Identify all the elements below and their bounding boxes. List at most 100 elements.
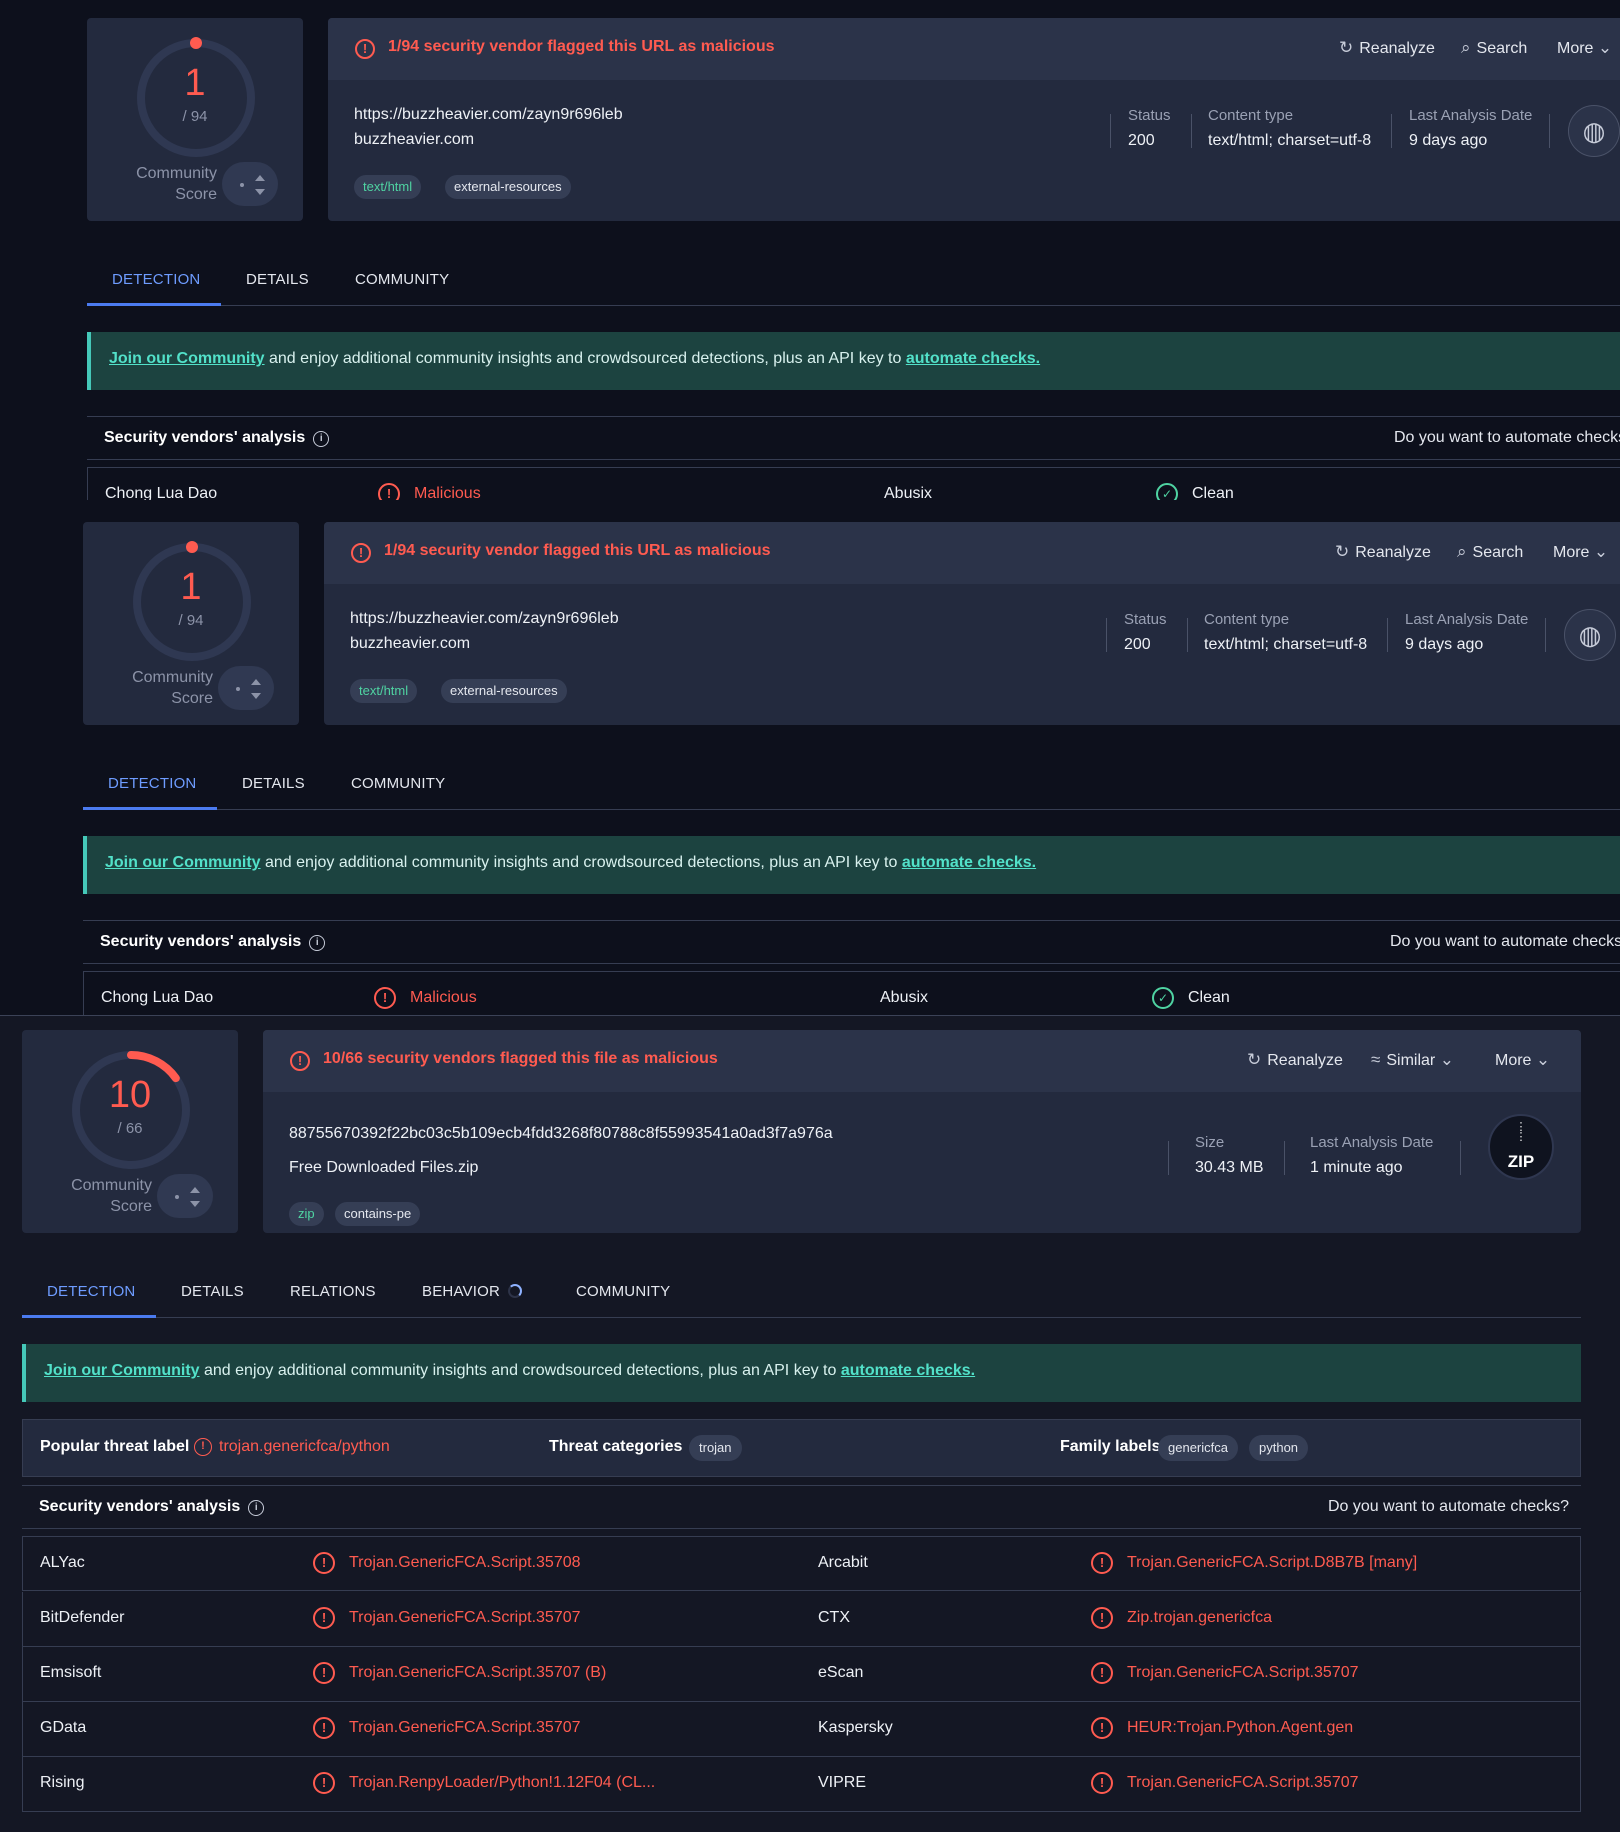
- tab-community[interactable]: COMMUNITY: [351, 775, 445, 792]
- automate-checks-link[interactable]: automate checks.: [902, 854, 1036, 871]
- vendor-name: Arcabit: [818, 1554, 868, 1571]
- tab-community[interactable]: COMMUNITY: [355, 271, 449, 288]
- tab-details[interactable]: DETAILS: [246, 271, 309, 288]
- tab-details[interactable]: DETAILS: [181, 1283, 244, 1300]
- vendors-analysis-title: Security vendors' analysis i: [100, 933, 326, 951]
- active-tab-indicator: [87, 303, 221, 306]
- tab-detection[interactable]: DETECTION: [108, 775, 196, 792]
- join-community-link[interactable]: Join our Community: [44, 1362, 200, 1379]
- status-value: 200: [1128, 132, 1155, 149]
- search-icon: ⌕: [1461, 38, 1471, 57]
- vendor-result: Zip.trojan.genericfca: [1127, 1609, 1272, 1626]
- threat-category-chip[interactable]: trojan: [689, 1435, 742, 1461]
- tag-external-resources[interactable]: external-resources: [445, 175, 571, 199]
- vendor-name: Abusix: [880, 989, 929, 1006]
- join-community-link[interactable]: Join our Community: [105, 854, 261, 871]
- community-banner: Join our Community and enjoy additional …: [87, 332, 1620, 390]
- similar-button[interactable]: ≈ Similar ⌄: [1371, 1050, 1460, 1070]
- more-button[interactable]: More ⌄: [1495, 1050, 1556, 1070]
- scanned-domain[interactable]: buzzheavier.com: [354, 131, 474, 149]
- info-icon[interactable]: i: [248, 1500, 265, 1516]
- table-row: GData ! Trojan.GenericFCA.Script.35707 K…: [22, 1702, 1581, 1757]
- vendor-result: Clean: [1188, 989, 1230, 1006]
- file-report-panel: 10 / 66 Community Score ! 10/66 security…: [0, 1016, 1620, 1832]
- table-row: ALYac ! Trojan.GenericFCA.Script.35708 A…: [22, 1536, 1581, 1591]
- community-banner: Join our Community and enjoy additional …: [83, 836, 1620, 894]
- info-icon[interactable]: i: [313, 431, 330, 447]
- last-analysis-value: 9 days ago: [1409, 132, 1488, 149]
- tag-zip[interactable]: zip: [289, 1202, 324, 1226]
- vote-up-icon[interactable]: [190, 1187, 200, 1193]
- reanalyze-button[interactable]: ↻ Reanalyze: [1247, 1050, 1343, 1070]
- table-row: Emsisoft ! Trojan.GenericFCA.Script.3570…: [22, 1647, 1581, 1702]
- url-summary-card: ! 1/94 security vendor flagged this URL …: [324, 522, 1620, 725]
- url-summary-card: ! 1/94 security vendor flagged this URL …: [328, 18, 1620, 221]
- info-icon[interactable]: i: [309, 935, 326, 951]
- tag-external-resources[interactable]: external-resources: [441, 679, 567, 703]
- automate-checks-prompt[interactable]: Do you want to automate checks: [1390, 933, 1620, 951]
- automate-checks-link[interactable]: automate checks.: [841, 1362, 975, 1379]
- community-vote-control[interactable]: [157, 1174, 213, 1218]
- size-value: 30.43 MB: [1195, 1159, 1264, 1176]
- content-type-label: Content type: [1204, 611, 1290, 628]
- vote-up-icon[interactable]: [251, 679, 261, 685]
- tab-behavior[interactable]: BEHAVIOR: [422, 1283, 523, 1300]
- vendor-result: Trojan.GenericFCA.Script.35707 (B): [349, 1664, 607, 1681]
- vote-down-icon[interactable]: [251, 693, 261, 699]
- community-score-card: 1 / 94 Community Score: [87, 18, 303, 221]
- alert-icon: !: [290, 1051, 310, 1071]
- tab-detection[interactable]: DETECTION: [112, 271, 200, 288]
- tab-details[interactable]: DETAILS: [242, 775, 305, 792]
- automate-checks-prompt[interactable]: Do you want to automate checks: [1394, 429, 1620, 447]
- content-type-value: text/html; charset=utf-8: [1208, 132, 1372, 149]
- vote-down-icon[interactable]: [255, 189, 265, 195]
- malicious-icon: !: [1091, 1607, 1113, 1629]
- more-button[interactable]: More ⌄: [1557, 38, 1618, 58]
- tab-detection[interactable]: DETECTION: [47, 1283, 135, 1300]
- community-vote-control[interactable]: [222, 162, 278, 206]
- community-score-card: 1 / 94 Community Score: [83, 522, 299, 725]
- content-type-label: Content type: [1208, 107, 1294, 124]
- join-community-link[interactable]: Join our Community: [109, 350, 265, 367]
- search-button[interactable]: ⌕ Search: [1457, 542, 1523, 562]
- more-button[interactable]: More ⌄: [1553, 542, 1614, 562]
- reanalyze-button[interactable]: ↻ Reanalyze: [1335, 542, 1431, 562]
- tag-text-html[interactable]: text/html: [354, 175, 422, 199]
- divider: [1460, 1141, 1461, 1175]
- vote-up-icon[interactable]: [255, 175, 265, 181]
- active-tab-indicator: [22, 1315, 156, 1318]
- status-label: Status: [1124, 611, 1167, 628]
- alert-icon: !: [351, 543, 371, 563]
- popular-threat-label: Popular threat label: [40, 1438, 190, 1455]
- tag-contains-pe[interactable]: contains-pe: [335, 1202, 421, 1226]
- automate-checks-link[interactable]: automate checks.: [906, 350, 1040, 367]
- divider: [1187, 618, 1188, 652]
- vendors-analysis-header: Security vendors' analysis i Do you want …: [22, 1485, 1581, 1529]
- vendor-name: ALYac: [40, 1554, 85, 1571]
- scanned-domain[interactable]: buzzheavier.com: [350, 635, 470, 653]
- reanalyze-button[interactable]: ↻ Reanalyze: [1339, 38, 1435, 58]
- family-label-chip[interactable]: genericfca: [1158, 1435, 1238, 1461]
- table-row: BitDefender ! Trojan.GenericFCA.Script.3…: [22, 1592, 1581, 1647]
- scanned-url[interactable]: https://buzzheavier.com/zayn9r696leb: [354, 106, 623, 124]
- tab-relations[interactable]: RELATIONS: [290, 1283, 376, 1300]
- tag-text-html[interactable]: text/html: [350, 679, 418, 703]
- popular-threat-value[interactable]: trojan.genericfca/python: [219, 1438, 390, 1456]
- report-tabs: DETECTION DETAILS COMMUNITY: [87, 254, 1620, 306]
- search-button[interactable]: ⌕ Search: [1461, 38, 1527, 58]
- globe-link-icon: ◍: [1564, 609, 1616, 661]
- family-label-chip[interactable]: python: [1249, 1435, 1309, 1461]
- file-hash[interactable]: 88755670392f22bc03c5b109ecb4fdd3268f8078…: [289, 1125, 833, 1143]
- file-summary-card: ! 10/66 security vendors flagged this fi…: [263, 1030, 1581, 1233]
- automate-checks-prompt[interactable]: Do you want to automate checks?: [1328, 1498, 1569, 1516]
- threat-labels-box: Popular threat label ! trojan.genericfca…: [22, 1419, 1581, 1477]
- threat-icon: !: [194, 1438, 212, 1456]
- divider: [1106, 618, 1107, 652]
- tab-community[interactable]: COMMUNITY: [576, 1283, 670, 1300]
- vendors-analysis-header: Security vendors' analysis i Do you want …: [87, 416, 1620, 460]
- community-vote-control[interactable]: [218, 666, 274, 710]
- vote-down-icon[interactable]: [190, 1201, 200, 1207]
- malicious-icon: !: [378, 483, 400, 500]
- vendor-name: CTX: [818, 1609, 850, 1626]
- scanned-url[interactable]: https://buzzheavier.com/zayn9r696leb: [350, 610, 619, 628]
